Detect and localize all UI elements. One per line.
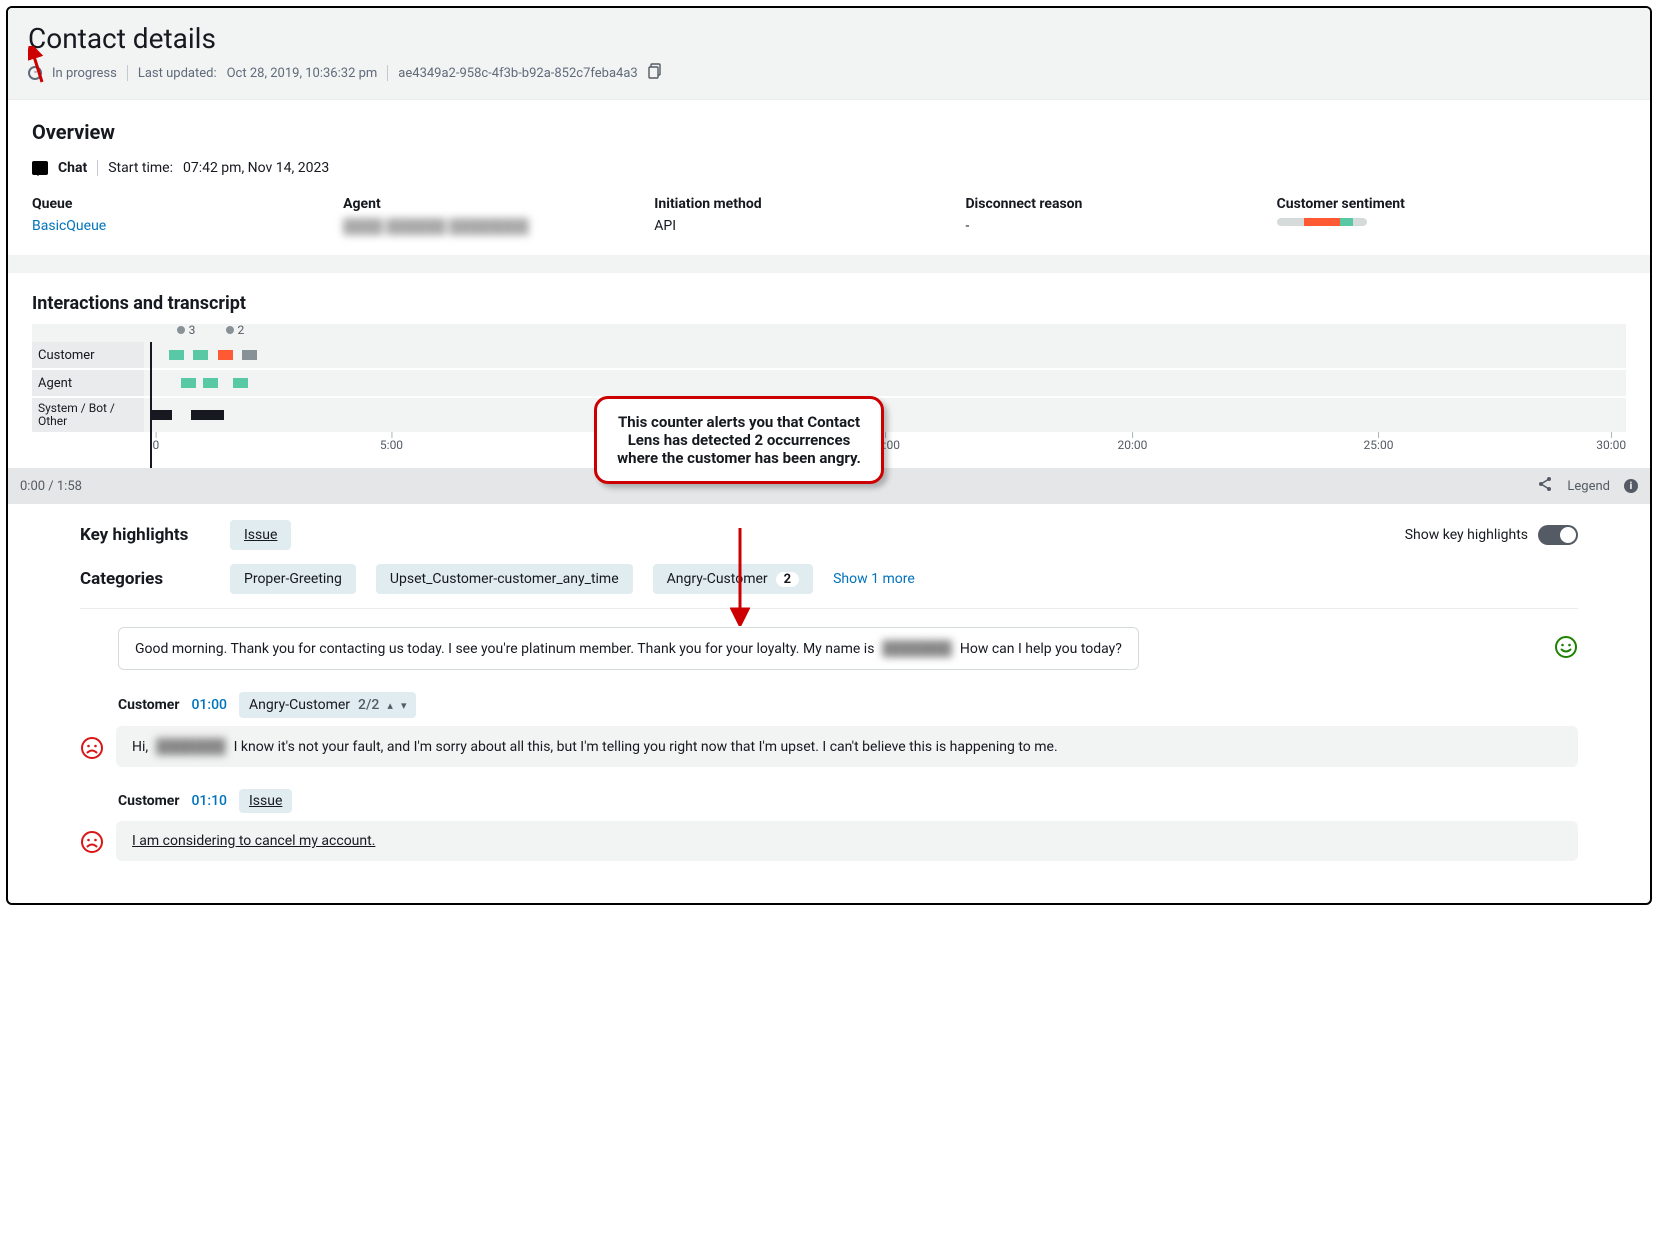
- transcript-bubble: I am considering to cancel my account.: [116, 821, 1578, 861]
- agent-value: ████ ██████ ████████: [343, 218, 634, 235]
- annotation-arrow-callout: [730, 526, 750, 626]
- frown-icon: [80, 736, 102, 758]
- playback-time: 0:00 / 1:58: [20, 479, 82, 494]
- timeline-row-label: Customer: [32, 342, 144, 368]
- speaker-label: Customer: [118, 697, 179, 713]
- system-track[interactable]: [144, 398, 1626, 432]
- category-pill[interactable]: Proper-Greeting: [230, 564, 356, 594]
- page-meta-row: In progress Last updated: Oct 28, 2019, …: [28, 63, 1630, 83]
- customer-track[interactable]: [144, 342, 1626, 368]
- status-text: In progress: [52, 66, 117, 81]
- issue-pill[interactable]: Issue: [230, 520, 291, 550]
- queue-label: Queue: [32, 196, 323, 212]
- start-time-label: Start time:: [108, 160, 173, 176]
- divider: [97, 160, 98, 176]
- pin-marker[interactable]: [177, 326, 185, 334]
- key-highlights-label: Key highlights: [80, 525, 210, 545]
- interactions-heading: Interactions and transcript: [32, 293, 1626, 314]
- time-ticks: 0 5:00 10:00 15:00 20:00 25:00 30:00: [144, 438, 1626, 468]
- show-key-highlights-label: Show key highlights: [1405, 527, 1528, 543]
- category-count-badge: 2: [776, 572, 799, 587]
- show-key-toggle[interactable]: [1538, 525, 1578, 545]
- disconnect-value: -: [965, 218, 1256, 234]
- chat-icon: [32, 161, 48, 175]
- timestamp[interactable]: 01:00: [191, 697, 227, 713]
- page-title: Contact details: [28, 22, 1630, 55]
- legend-label[interactable]: Legend: [1567, 479, 1610, 494]
- transcript-bubble: Good morning. Thank you for contacting u…: [118, 627, 1139, 670]
- channel-label: Chat: [58, 160, 87, 176]
- sentiment-label: Customer sentiment: [1277, 196, 1626, 212]
- page-header: Contact details In progress Last updated…: [8, 8, 1650, 100]
- categories-label: Categories: [80, 569, 210, 589]
- contact-id: ae4349a2-958c-4f3b-b92a-852c7feba4a3: [398, 66, 637, 81]
- issue-tag[interactable]: Issue: [239, 789, 292, 813]
- initiation-value: API: [654, 218, 945, 234]
- agent-label: Agent: [343, 196, 634, 212]
- interactions-panel: Interactions and transcript 3 2 Customer: [8, 273, 1650, 903]
- timestamp[interactable]: 01:10: [191, 793, 227, 809]
- sentiment-bar: [1277, 218, 1367, 226]
- timeline-row-label: System / Bot / Other: [32, 398, 144, 432]
- category-pill[interactable]: Upset_Customer-customer_any_time: [376, 564, 633, 594]
- pin-marker[interactable]: [226, 326, 234, 334]
- initiation-label: Initiation method: [654, 196, 945, 212]
- annotation-callout: This counter alerts you that Contact Len…: [594, 396, 884, 484]
- overview-panel: Overview Chat Start time: 07:42 pm, Nov …: [8, 100, 1650, 255]
- show-more-link[interactable]: Show 1 more: [833, 571, 915, 587]
- chevron-down-icon[interactable]: ▾: [401, 699, 407, 712]
- frown-icon: [80, 830, 102, 852]
- overview-grid: Queue BasicQueue Agent ████ ██████ █████…: [32, 196, 1626, 235]
- disconnect-label: Disconnect reason: [965, 196, 1256, 212]
- pin-label: 3: [189, 323, 196, 337]
- last-updated-value: Oct 28, 2019, 10:36:32 pm: [227, 66, 378, 81]
- chevron-up-icon[interactable]: ▴: [387, 699, 393, 712]
- tag-navigator: Angry-Customer 2/2 ▴ ▾: [239, 692, 416, 718]
- last-updated-label: Last updated:: [138, 66, 217, 81]
- speaker-label: Customer: [118, 793, 179, 809]
- start-time-value: 07:42 pm, Nov 14, 2023: [183, 160, 329, 176]
- highlights-area: Key highlights Issue Show key highlights…: [32, 504, 1626, 903]
- transcript-bubble: Hi, ███████ I know it's not your fault, …: [116, 726, 1578, 767]
- smiley-icon: [1554, 635, 1578, 663]
- copy-icon[interactable]: [648, 63, 664, 83]
- info-icon[interactable]: i: [1624, 479, 1638, 493]
- queue-value[interactable]: BasicQueue: [32, 218, 323, 234]
- overview-heading: Overview: [32, 120, 1626, 144]
- meta-divider: [387, 65, 388, 81]
- annotation-arrow-status: [28, 46, 58, 84]
- share-icon[interactable]: [1537, 476, 1553, 496]
- pin-label: 2: [238, 323, 245, 337]
- agent-track[interactable]: [144, 370, 1626, 396]
- meta-divider: [127, 65, 128, 81]
- timeline-row-label: Agent: [32, 370, 144, 396]
